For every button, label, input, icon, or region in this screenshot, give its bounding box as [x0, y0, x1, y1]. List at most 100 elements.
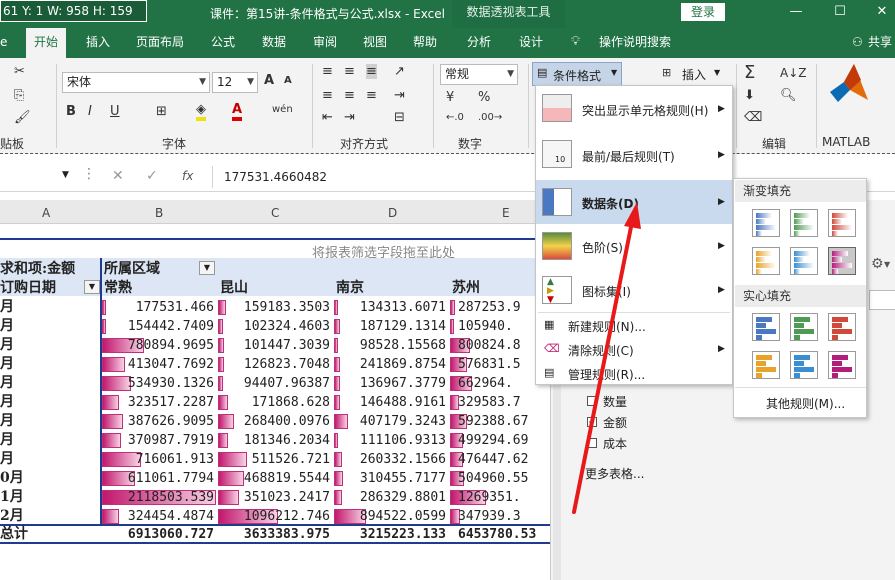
field-checkbox-cost[interactable] — [587, 438, 597, 448]
table-cell[interactable]: 323517.2287 — [104, 393, 214, 412]
total-cell[interactable]: 6913060.727 — [104, 525, 214, 544]
data-bar-style-option[interactable] — [752, 313, 780, 341]
table-cell[interactable]: 329583.7 — [452, 393, 550, 412]
data-bar-style-option[interactable] — [828, 351, 856, 379]
data-bar-style-option[interactable] — [828, 247, 856, 275]
border-icon[interactable]: ⊞ — [156, 104, 167, 119]
insert-function-button[interactable]: fx — [182, 169, 193, 183]
table-cell[interactable]: 504960.55 — [452, 469, 550, 488]
menu-item-data-bars[interactable]: 数据条(D) ▶ — [536, 180, 732, 224]
fill-color-icon[interactable]: ◈ — [196, 102, 206, 121]
align-middle-icon[interactable]: ≡ — [344, 64, 355, 79]
login-button[interactable]: 登录 — [681, 3, 725, 21]
data-bar-style-option[interactable] — [828, 209, 856, 237]
format-painter-icon[interactable]: 🖌︎ — [14, 110, 31, 125]
minimize-button[interactable]: — — [782, 2, 810, 22]
table-cell[interactable]: 177531.466 — [104, 298, 214, 317]
table-cell[interactable]: 171868.628 — [220, 393, 330, 412]
worksheet-grid[interactable]: 将报表筛选字段拖至此处 求和项:金额 所属区域 ▼ 订购日期 ▼ 常熟 昆山 南京苏… — [0, 224, 550, 580]
table-cell[interactable]: 310455.7177 — [336, 469, 446, 488]
region-header[interactable]: 南京 — [336, 279, 364, 298]
column-header-b[interactable]: B — [155, 206, 163, 220]
column-header-a[interactable]: A — [42, 206, 50, 220]
table-cell[interactable]: 98528.15568 — [336, 336, 446, 355]
close-button[interactable]: ✕ — [868, 2, 895, 22]
region-header[interactable]: 苏州 — [452, 279, 480, 298]
column-field-label[interactable]: 所属区域 — [104, 260, 160, 279]
conditional-format-button[interactable]: ▤ 条件格式 ▼ — [532, 62, 622, 86]
share-button[interactable]: 共享 — [868, 28, 892, 58]
table-cell[interactable]: 611061.7794 — [104, 469, 214, 488]
tell-me-search[interactable]: 操作说明搜索 — [599, 28, 671, 58]
table-cell[interactable]: 387626.9095 — [104, 412, 214, 431]
field-checkbox-amount[interactable]: ✓ — [587, 417, 597, 427]
table-cell[interactable]: 136967.3779 — [336, 374, 446, 393]
table-cell[interactable]: 268400.0976 — [220, 412, 330, 431]
search-field[interactable] — [869, 290, 895, 310]
align-bottom-icon[interactable]: ≡ — [366, 64, 377, 79]
decrease-indent-icon[interactable]: ⇤ — [322, 110, 333, 125]
table-cell[interactable]: 476447.62 — [452, 450, 550, 469]
table-cell[interactable]: 511526.721 — [220, 450, 330, 469]
align-left-icon[interactable]: ≡ — [322, 88, 333, 103]
wrap-text-icon[interactable]: ⇥ — [394, 88, 405, 103]
percent-button[interactable]: % — [478, 90, 490, 105]
more-tables-link[interactable]: 更多表格... — [585, 465, 644, 482]
matlab-logo-icon[interactable] — [828, 62, 870, 106]
tab-insert[interactable]: 插入 — [86, 28, 110, 58]
tab-help[interactable]: 帮助 — [413, 28, 437, 58]
column-header-d[interactable]: D — [388, 206, 397, 220]
table-cell[interactable]: 370987.7919 — [104, 431, 214, 450]
menu-item-manage-rules[interactable]: ▤ 管理规则(R)... — [536, 362, 732, 386]
restore-button[interactable]: ☐ — [826, 2, 854, 22]
tab-home[interactable]: 开始 — [26, 28, 67, 58]
data-bar-style-option[interactable] — [752, 351, 780, 379]
table-cell[interactable]: 413047.7692 — [104, 355, 214, 374]
menu-item-icon-sets[interactable]: ▲ ▶ ▼ 图标集(I) ▶ — [536, 268, 732, 312]
italic-button[interactable]: I — [88, 104, 92, 119]
table-cell[interactable]: 468819.5544 — [220, 469, 330, 488]
increase-decimal-icon[interactable]: ←.0 — [446, 112, 464, 123]
column-filter-dropdown[interactable]: ▼ — [199, 261, 215, 275]
more-rules-link[interactable]: 其他规则(M)... — [766, 395, 845, 412]
menu-item-color-scales[interactable]: 色阶(S) ▶ — [536, 224, 732, 268]
data-bar-style-option[interactable] — [790, 247, 818, 275]
table-cell[interactable]: 2118503.539 — [104, 488, 214, 507]
increase-indent-icon[interactable]: ⇥ — [344, 110, 355, 125]
data-bar-style-option[interactable] — [790, 313, 818, 341]
data-bar-style-option[interactable] — [828, 313, 856, 341]
insert-cells-button[interactable]: 插入 — [682, 66, 706, 83]
tab-analyze[interactable]: 分析 — [467, 28, 491, 58]
tab-data[interactable]: 数据 — [262, 28, 286, 58]
table-cell[interactable]: 407179.3243 — [336, 412, 446, 431]
table-cell[interactable]: 181346.2034 — [220, 431, 330, 450]
value-field-label[interactable]: 求和项:金额 — [0, 260, 75, 279]
confirm-edit-icon[interactable]: ✓ — [146, 168, 158, 184]
table-cell[interactable]: 154442.7409 — [104, 317, 214, 336]
name-box-dropdown-icon[interactable]: ▼ — [62, 170, 69, 180]
insert-cells-icon[interactable]: ⊞ — [662, 66, 671, 79]
decrease-font-button[interactable]: A — [284, 75, 292, 86]
table-cell[interactable]: 351023.2417 — [220, 488, 330, 507]
gear-icon[interactable]: ⚙ — [871, 256, 884, 272]
orientation-icon[interactable]: ↗ — [394, 64, 405, 79]
align-center-icon[interactable]: ≡ — [344, 88, 355, 103]
copy-icon[interactable]: ⎘ — [14, 88, 24, 103]
column-header-e[interactable]: E — [502, 206, 510, 220]
tab-formulas[interactable]: 公式 — [211, 28, 235, 58]
font-color-icon[interactable]: A — [232, 102, 243, 121]
underline-button[interactable]: U — [110, 104, 120, 119]
increase-font-button[interactable]: A — [264, 73, 274, 88]
autosum-button[interactable]: Σ — [744, 62, 755, 83]
table-cell[interactable]: 534930.1326 — [104, 374, 214, 393]
font-size-combo[interactable]: 12 ▼ — [212, 72, 258, 93]
row-filter-dropdown[interactable]: ▼ — [84, 280, 100, 294]
menu-item-top-bottom-rules[interactable]: 10 最前/最后规则(T) ▶ — [536, 132, 732, 178]
currency-icon[interactable]: ¥ — [446, 90, 454, 105]
cut-icon[interactable]: ✂ — [14, 64, 25, 79]
table-cell[interactable]: 126823.7048 — [220, 355, 330, 374]
table-cell[interactable]: 134313.6071 — [336, 298, 446, 317]
merge-cells-icon[interactable]: ⊟ — [394, 110, 405, 125]
table-cell[interactable]: 146488.9161 — [336, 393, 446, 412]
align-right-icon[interactable]: ≡ — [366, 88, 377, 103]
